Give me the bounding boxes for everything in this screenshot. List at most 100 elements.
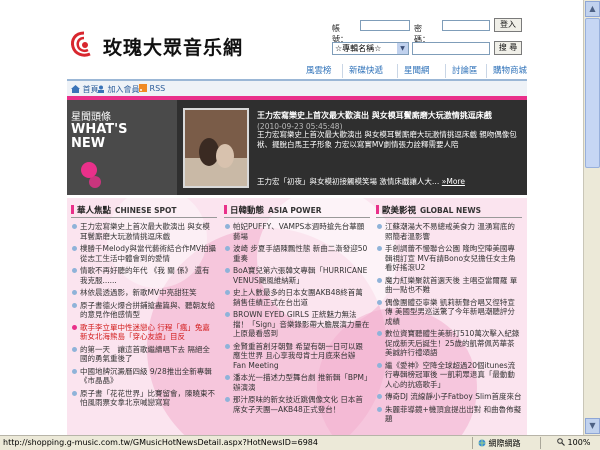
news-item[interactable]: 王力宏寫樂史上首次最大歡演出 與女模耳鬢廝磨大玩激情挑逗床戲 [71,222,217,241]
nav-tab-chart[interactable]: 風雲榜 [300,64,338,78]
search-category-select[interactable]: ☆專輯名稱☆ ▼ [332,42,409,55]
photo-image [185,110,247,186]
home-link[interactable]: 首頁 [71,84,99,95]
bullet-icon [72,390,77,396]
nav-tab-star-news[interactable]: 星聞網 [397,64,436,78]
bullet-icon [377,246,382,251]
zoom-level[interactable]: 100% [557,438,590,447]
account-input[interactable] [360,20,410,31]
logo-text: 玫瑰大眾音乐網 [103,37,244,59]
bullet-icon [72,368,77,374]
search-button[interactable]: 搜 尋 [494,41,522,55]
bullet-icon [377,299,382,305]
headline-second-item[interactable]: 王力宏「初夜」與女模初接觸模笑場 激情床戲讓人大… »More [257,176,519,187]
column-title: 華人焦點 CHINESE SPOT [71,204,177,218]
news-item-text: 數位資寶聽體生美新打510萬次擊入紀錄 促成新天后誕生！25歲的凱蒂佩芮華茶美誠… [385,329,520,357]
news-item[interactable]: 那汁原味的新女技近跳偶像文化 日本首席女子天團—AKB48正式登台！ [224,395,370,414]
news-item[interactable]: 帕妃PUFFY、VAMPS本週時搶先台華願藝場 [224,222,370,241]
global-news-column: 歐美影視 GLOBAL NEWS 江蘇潮湯大不易總戒美食力 溫湧寫底的照簡者溫影響… [374,198,526,435]
bullet-icon [377,362,382,368]
bullet-icon [72,324,77,330]
news-item[interactable]: 傳奇DJ 流線靜小子Fatboy Slim首度來台 [376,392,522,402]
site-logo[interactable]: 玫瑰大眾音乐網 [69,30,269,60]
scroll-up-icon[interactable]: ▲ [585,1,600,17]
news-item[interactable]: 林依晨透過影，新歌MV中亮甜狂笑 [71,288,217,298]
nav-tab-new-release[interactable]: 新碟快遞 [342,64,389,78]
join-member-link[interactable]: 加入會員 [97,84,140,95]
column-divider [376,217,522,218]
bullet-icon [225,312,230,317]
bullet-icon [225,246,230,251]
scroll-down-icon[interactable]: ▼ [585,418,600,434]
news-item[interactable]: 情歌不再好聽的年代 《我 關 係》 還有我克服...... [71,266,217,285]
news-item[interactable]: 原子書「花花世界」比賽留會，陳曉東不怕風雨票女拿北京喊戀寫寫 [71,389,217,408]
news-item[interactable]: 繼《愛神》空降全球超過20個itunes流行專輯榜冠軍後 一凱莉眾退真「最動動人… [376,361,522,390]
bullet-icon [377,331,382,336]
rss-icon [139,84,147,92]
news-item-text: 情歌不再好聽的年代 《我 關 係》 還有我克服...... [80,266,210,285]
bullet-icon [72,302,77,308]
news-item-text: BROWN EYED GIRLS 正統魅力無法擋！「Sign」音樂錄影帶大膽展演… [233,310,370,338]
news-item-text: 傳奇DJ 流線靜小子Fatboy Slim首度來台 [385,392,522,401]
news-item-text: 魔力紅樂聚就首選天後 主唱亞當爾羅 單曲一點也不難 [385,275,518,295]
news-item-text: 江蘇潮湯大不易總戒美食力 溫湧寫底的照簡者溫影響 [385,222,515,241]
news-list: 江蘇潮湯大不易總戒美食力 溫湧寫底的照簡者溫影響手創調蕾不慢聯合公園 隆昫空陣美… [376,222,522,427]
rss-label: RSS [149,84,166,93]
news-item[interactable]: 樸勝千Melody與當代藝術結合作MV拍攝 從志工生活中體會到的愛情 [71,244,217,263]
news-item-text: 的第一天 讓這首歌繼續唱下去 隔絕全國的勇氣重後了 [80,344,210,364]
news-item[interactable]: 數位資寶聽體生美新打510萬次擊入紀錄 促成新天后誕生！25歲的凱蒂佩芮華茶美誠… [376,329,522,358]
bullet-icon [377,224,382,229]
status-bar: http://shopping.g-music.com.tw/GMusicHot… [0,435,600,450]
nav-tab-forum[interactable]: 討論區 [445,64,484,78]
news-item-text: 波崎 步夏手語陳飄性態 新曲二漸發迎50重奏 [233,244,368,263]
news-item[interactable]: BoA寶兒第六張韓文專輯「HURRICANE VENUS颶風維納斯」 [224,266,370,285]
news-item[interactable]: 偶像團體亞寧樂 凱莉新聲合唱又徑特宣傳 美國型男巡送驚了今年新唱潮聽評分成績 [376,298,522,327]
headline-photo[interactable] [183,108,249,188]
news-item[interactable]: 潘本光一描述力型舞台劇 推新輯「BPM」辦演演 [224,373,370,392]
bullet-icon [225,397,230,402]
title-bar-icon [224,205,227,214]
news-item[interactable]: 原子書德火爆合拼鋪搶盡篇與、聽朝友給的意見作他感情型 [71,301,217,320]
news-item-text: 原子書德火爆合拼鋪搶盡篇與、聽朝友給的意見作他感情型 [80,300,215,320]
news-item[interactable]: 史上人數最多的日本女團AKB48終首萬銷售佳績正式在台出道 [224,288,370,307]
home-icon [71,85,80,93]
headline-title[interactable]: 王力宏寫樂史上首次最大歡演出 與女模耳鬢廝磨大玩激情挑逗床戲 [257,110,519,121]
search-input[interactable] [412,42,490,55]
bullet-icon [225,268,230,273]
rss-link[interactable]: RSS [139,84,165,93]
bullet-icon [225,224,230,229]
news-item-text: 原子書「花花世界」比賽留會，陳曉東不怕風雨票女拿北京喊戀寫寫 [80,388,215,408]
news-item[interactable]: 的第一天 讓這首歌繼續唱下去 隔絕全國的勇氣重後了 [71,345,217,364]
news-item[interactable]: 波崎 步夏手語陳飄性態 新曲二漸發迎50重奏 [224,244,370,263]
news-item-text: 那汁原味的新女技近跳偶像文化 日本首席女子天團—AKB48正式登台！ [233,395,363,414]
login-button[interactable]: 登入 [494,18,522,32]
news-columns: 華人焦點 CHINESE SPOT 王力宏寫樂史上首次最大歡演出 與女模耳鬢廝磨大… [67,198,527,435]
news-item[interactable]: BROWN EYED GIRLS 正統魅力無法擋！「Sign」音樂錄影帶大膽展演… [224,310,370,339]
news-item[interactable]: 中國地牌沉澱曆四級 9/28推出全新專輯《市晶晶》 [71,367,217,386]
news-item-text: BoA寶兒第六張韓文專輯「HURRICANE VENUS颶風維納斯」 [233,266,368,285]
password-input[interactable] [442,20,490,31]
status-separator [472,437,473,449]
scrollbar-thumb[interactable] [585,18,600,168]
bullet-icon [225,343,230,349]
news-item-text: 林依晨透過影，新歌MV中亮甜狂笑 [80,288,197,297]
nav-tab-shop[interactable]: 購物商城 [486,64,533,78]
status-zone: 網際網路 [478,438,521,449]
bullet-icon [72,268,77,273]
news-item[interactable]: 魔力紅樂聚就首選天後 主唱亞當爾羅 單曲一點也不難 [376,276,522,295]
chevron-down-icon[interactable]: ▼ [397,43,408,54]
bullet-icon [225,290,230,295]
news-list: 王力宏寫樂史上首次最大歡演出 與女模耳鬢廝磨大玩激情挑逗床戲 樸勝千Melody與… [71,222,217,411]
asia-power-column: 日韓動態 ASIA POWER 帕妃PUFFY、VAMPS本週時搶先台華願藝場 波崎… [222,198,374,435]
more-link[interactable]: »More [442,177,465,186]
status-url: http://shopping.g-music.com.tw/GMusicHot… [3,438,318,447]
news-item[interactable]: 金賢重首創牙朝聲 希望有朝一日可以跟應生世界 且心享我母肯士月底來台辦 Fan … [224,342,370,371]
browser-viewport: 玫瑰大眾音乐網 帳號： 密碼： 登入 ☆專輯名稱☆ ▼ 搜 尋 風雲榜 新碟快遞… [0,0,583,435]
news-list: 帕妃PUFFY、VAMPS本週時搶先台華願藝場波崎 步夏手語陳飄性態 新曲二漸發… [224,222,370,417]
news-item[interactable]: 歌手李立單中性迷戀心 行程「瘋」兔嘉新女北海熊島「穿心友誼」目反 [71,323,217,342]
news-item[interactable]: 手創調蕾不慢聯合公園 隆昫空陣美國專輯視訂宣 MV有請Bono女兒擔任女主角看好… [376,244,522,273]
vertical-scrollbar[interactable]: ▲ ▼ [583,0,600,435]
news-item[interactable]: 朱麗菲導鏡+機頂盒提出出對 和曲魯佈擬題 [376,405,522,424]
news-item[interactable]: 江蘇潮湯大不易總戒美食力 溫湧寫底的照簡者溫影響 [376,222,522,241]
news-item-text: 手創調蕾不慢聯合公園 隆昫空陣美國專輯視訂宣 MV有請Bono女兒擔任女主角看好… [385,244,516,272]
